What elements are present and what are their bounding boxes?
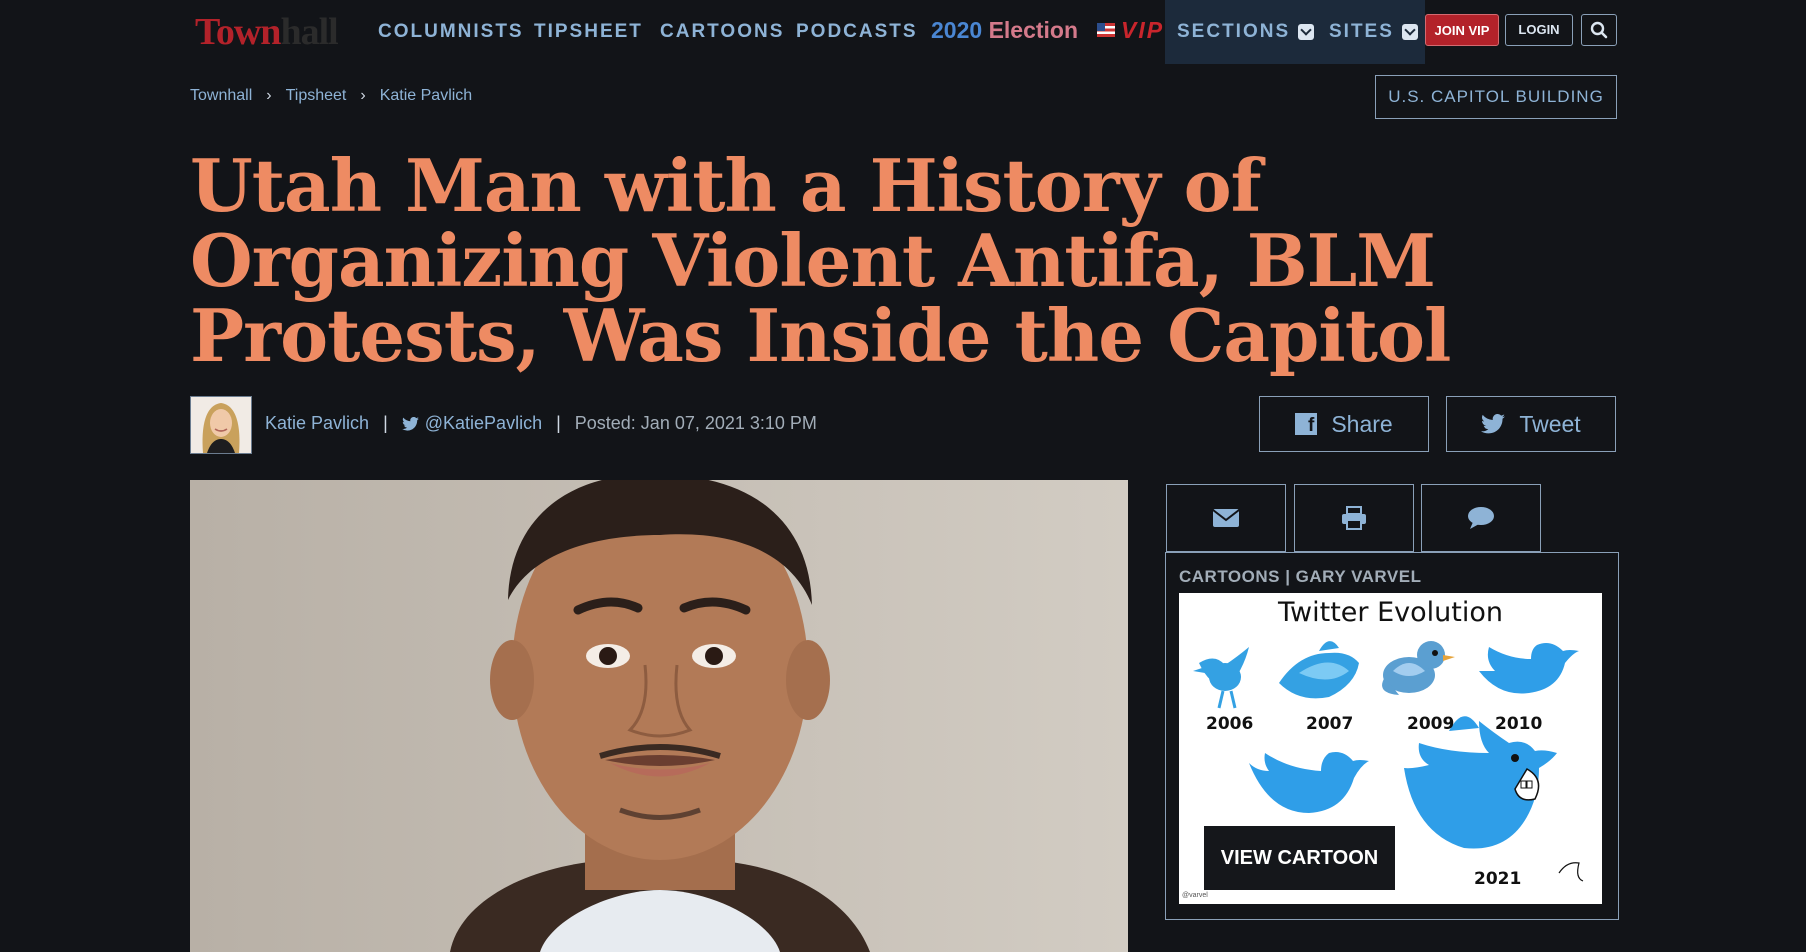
envelope-icon [1212, 509, 1240, 527]
byline: Katie Pavlich | @KatiePavlich | Posted: … [265, 413, 817, 434]
nav-podcasts[interactable]: PODCASTS [796, 18, 918, 46]
author-avatar[interactable] [190, 396, 252, 454]
author-photo [191, 397, 251, 453]
breadcrumb-separator: › [266, 87, 272, 104]
cartoon-year-label: 2006 [1206, 714, 1254, 734]
nav-columnists[interactable]: COLUMNISTS [378, 18, 524, 46]
comments-button[interactable] [1421, 484, 1541, 552]
flag-icon [1097, 23, 1115, 37]
print-icon [1342, 506, 1366, 530]
site-logo[interactable]: Town hall [195, 10, 339, 54]
chevron-down-icon [1298, 24, 1315, 40]
twitter-icon [1481, 414, 1506, 434]
view-cartoon-button[interactable]: VIEW CARTOON [1204, 826, 1395, 890]
comment-icon [1468, 507, 1494, 529]
login-button[interactable]: LOGIN [1505, 14, 1573, 46]
facebook-share-button[interactable]: f Share [1259, 396, 1429, 452]
facebook-icon: f [1295, 413, 1318, 435]
breadcrumb-tipsheet[interactable]: Tipsheet [286, 87, 347, 105]
author-link[interactable]: Katie Pavlich [265, 413, 369, 434]
cartoon-year-label: 2009 [1407, 714, 1455, 734]
search-icon [1590, 21, 1608, 39]
article-headline: Utah Man with a History of Organizing Vi… [190, 143, 1451, 378]
nav-sections[interactable]: SECTIONS [1177, 18, 1315, 46]
nav-2020-election[interactable]: 2020 Election [931, 16, 1078, 44]
nav-sites[interactable]: SITES [1329, 18, 1418, 46]
author-twitter-link[interactable]: @KatiePavlich [401, 413, 542, 434]
nav-vip[interactable]: VIP [1097, 16, 1164, 44]
nav-tipsheet[interactable]: TIPSHEET [534, 18, 643, 46]
mugshot-image [190, 480, 1128, 952]
twitter-tweet-button[interactable]: Tweet [1446, 396, 1616, 452]
twitter-icon [401, 416, 419, 431]
cartoon-year-label: 2007 [1306, 714, 1354, 734]
breadcrumb-separator: › [360, 87, 366, 104]
breadcrumb: Townhall › Tipsheet › Katie Pavlich [190, 87, 472, 105]
cartoon-label[interactable]: CARTOONS | GARY VARVEL [1179, 567, 1421, 587]
join-vip-button[interactable]: JOIN VIP [1425, 14, 1499, 46]
byline-divider: | [383, 413, 388, 433]
chevron-down-icon [1401, 24, 1418, 40]
byline-divider: | [556, 413, 561, 433]
cartoon-year-label: 2010 [1495, 714, 1543, 734]
article-photo [190, 480, 1128, 952]
search-button[interactable] [1581, 14, 1617, 46]
breadcrumb-townhall[interactable]: Townhall [190, 87, 252, 105]
nav-cartoons[interactable]: CARTOONS [660, 18, 784, 46]
email-button[interactable] [1166, 484, 1286, 552]
breadcrumb-author[interactable]: Katie Pavlich [380, 87, 473, 105]
cartoon-year-label: 2021 [1474, 869, 1522, 889]
print-button[interactable] [1294, 484, 1414, 552]
posted-date: Posted: Jan 07, 2021 3:10 PM [574, 413, 817, 433]
cartoon-credit: @varvel [1182, 892, 1208, 899]
topic-tag-button[interactable]: U.S. CAPITOL BUILDING [1375, 75, 1617, 119]
